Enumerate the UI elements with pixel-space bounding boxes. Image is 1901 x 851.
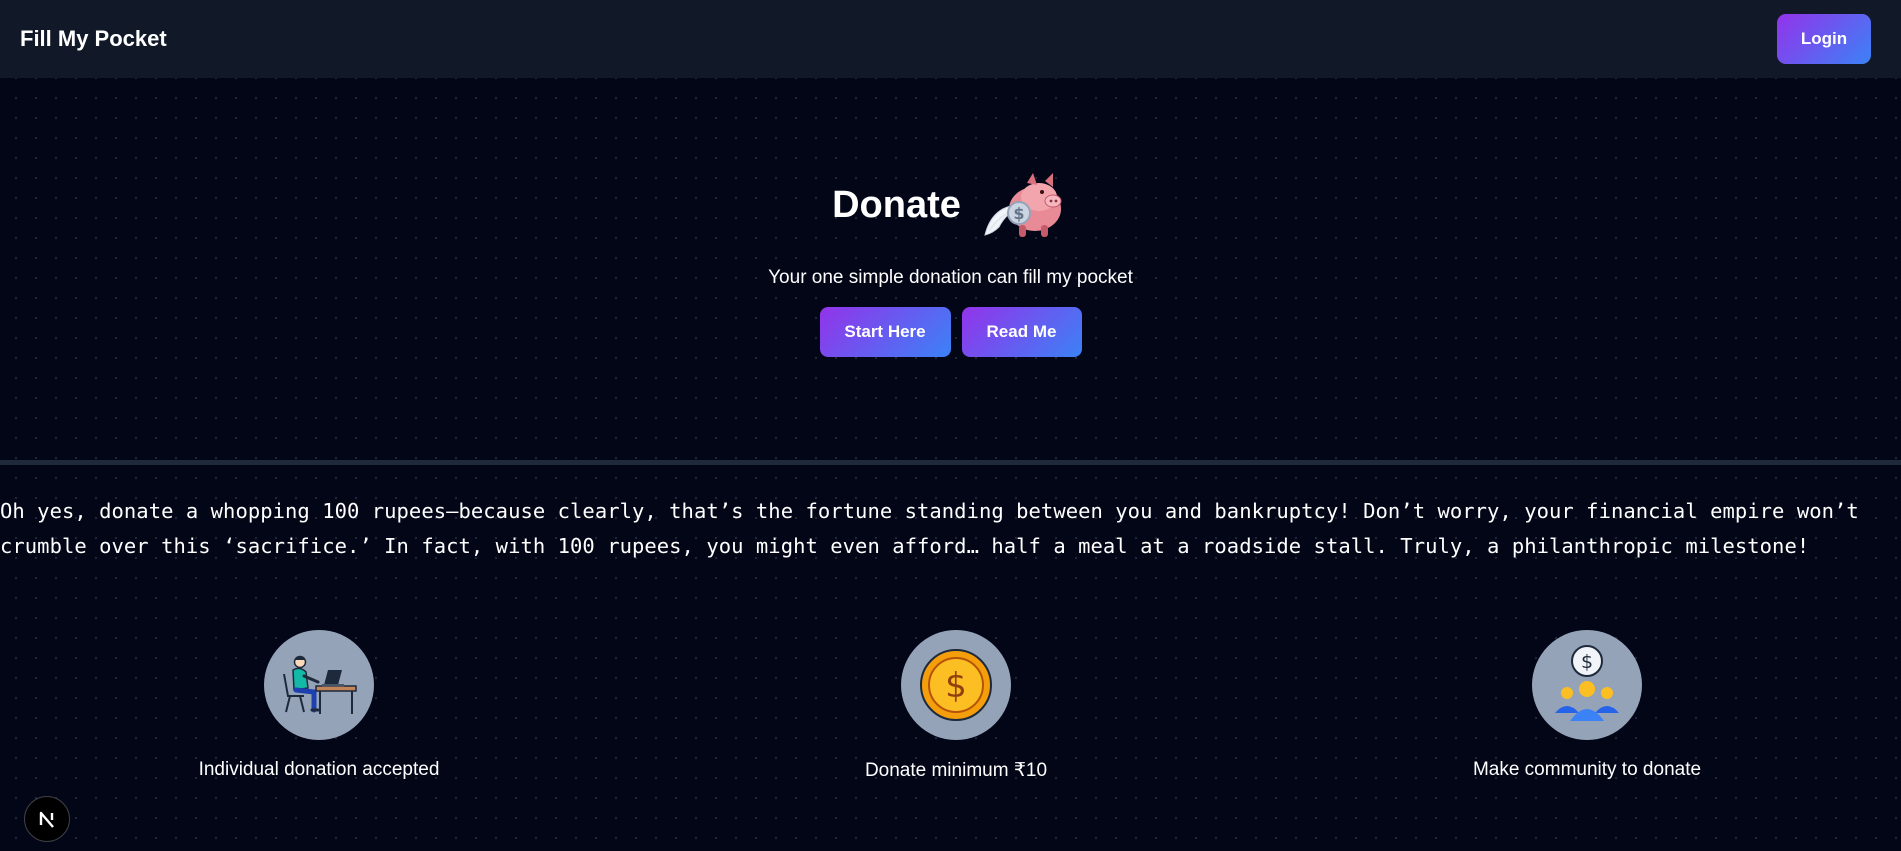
feature-circle: $ [901, 630, 1011, 740]
hero-subtitle: Your one simple donation can fill my poc… [768, 267, 1133, 288]
gold-coin-icon: $ [920, 649, 992, 721]
person-at-desk-icon [283, 655, 357, 714]
brand-logo-text[interactable]: Fill My Pocket [20, 26, 167, 52]
feature-label: Individual donation accepted [198, 759, 440, 780]
svg-text:$: $ [1581, 651, 1593, 673]
page-title: Donate [832, 183, 961, 226]
feature-circle: $ [1532, 630, 1642, 740]
feature-community: $ Make community to donate [1427, 630, 1747, 781]
navbar: Fill My Pocket Login [0, 0, 1901, 78]
feature-circle [264, 630, 374, 740]
svg-text:$: $ [945, 666, 967, 706]
login-button[interactable]: Login [1777, 14, 1871, 64]
n-logo-icon [39, 811, 54, 828]
features-row: Individual donation accepted $ Donate mi… [0, 630, 1901, 790]
feature-minimum: $ Donate minimum ₹10 [796, 630, 1116, 782]
sarcasm-paragraph: Oh yes, donate a whopping 100 rupees—bec… [0, 499, 1859, 558]
hero-section: Donate $ Your one simple donation can fi… [0, 78, 1901, 461]
hero-buttons: Start Here Read Me [819, 307, 1082, 357]
section-divider [0, 460, 1901, 465]
nextjs-dev-badge-icon[interactable] [24, 796, 70, 842]
svg-text:$: $ [1013, 204, 1024, 223]
start-here-button[interactable]: Start Here [819, 307, 951, 357]
hero-title-row: Donate $ [832, 165, 1069, 245]
flying-piggy-bank-icon: $ [984, 173, 1062, 237]
feature-individual: Individual donation accepted [159, 630, 479, 781]
feature-label: Donate minimum ₹10 [864, 760, 1048, 781]
feature-label: Make community to donate [1472, 759, 1702, 780]
community-donation-icon: $ [1555, 645, 1619, 721]
read-me-button[interactable]: Read Me [961, 307, 1082, 357]
